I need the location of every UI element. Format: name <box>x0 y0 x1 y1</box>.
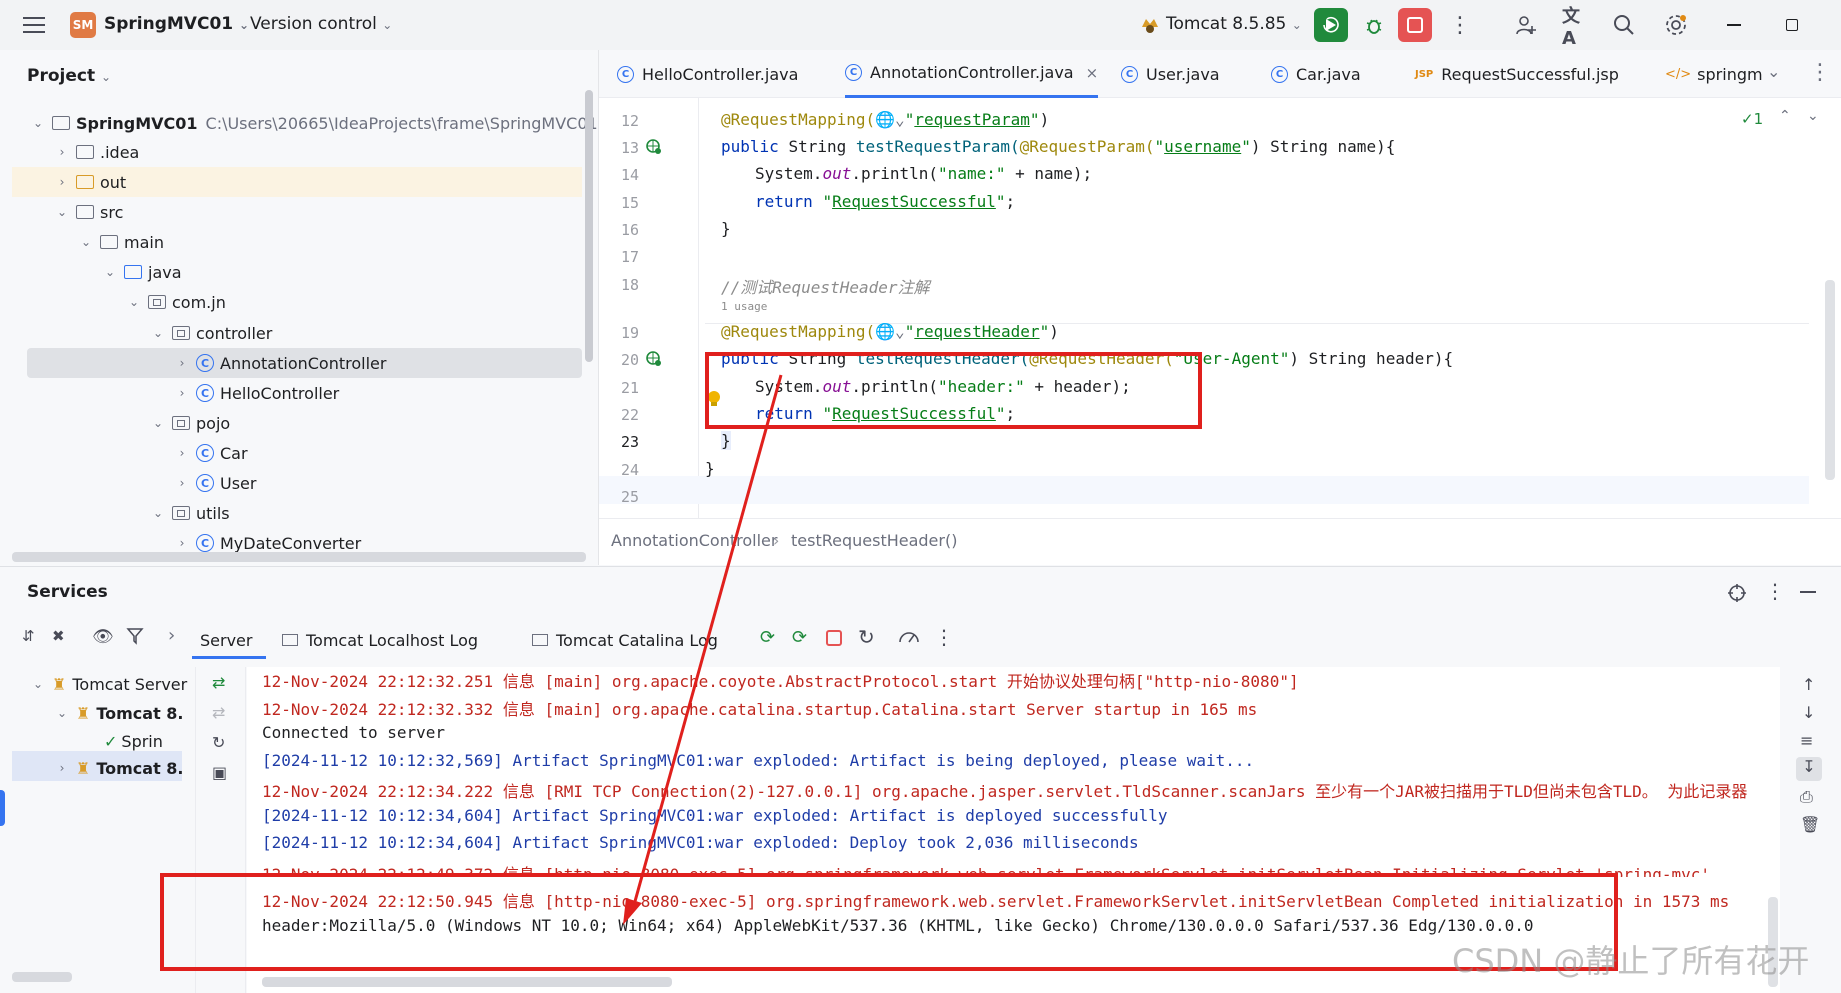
annotation-arrow <box>632 374 783 906</box>
annotation-overlay <box>160 352 1618 971</box>
arrow-head-icon <box>623 898 642 925</box>
highlight-box-code <box>705 352 1202 429</box>
watermark: CSDN @静止了所有花开 <box>1452 942 1810 980</box>
highlight-box-console <box>160 873 1618 971</box>
